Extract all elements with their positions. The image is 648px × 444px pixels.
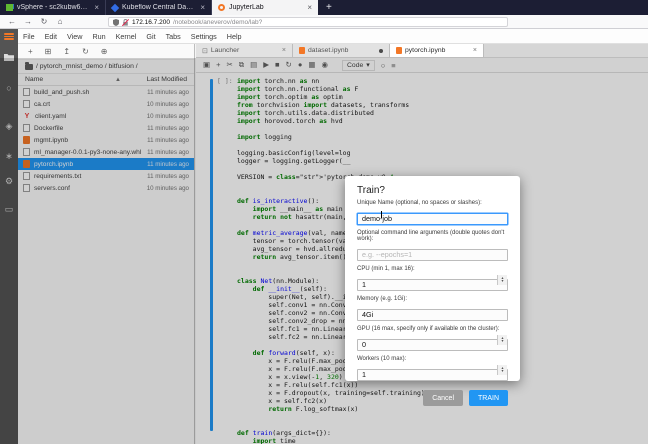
browser-tab-kubeflow[interactable]: Kubeflow Central Dashboard × xyxy=(106,0,212,15)
browser-tab-vsphere[interactable]: vSphere - sc2kubw61 - Summ × xyxy=(0,0,106,15)
home-icon[interactable]: ⌂ xyxy=(52,17,68,26)
modal-overlay xyxy=(0,58,648,444)
upload-icon[interactable]: ↥ xyxy=(63,47,70,56)
dialog-field: Optional command line arguments (double … xyxy=(357,230,508,262)
insecure-lock-icon xyxy=(122,19,129,26)
unsaved-dot-icon[interactable] xyxy=(379,49,383,53)
menu-view[interactable]: View xyxy=(62,32,87,41)
menu-git[interactable]: Git xyxy=(141,32,160,41)
url-bar[interactable]: 172.16.7.200/notebook/aneverov/demo/lab? xyxy=(108,17,508,27)
browser-navbar: ←→↻⌂ 172.16.7.200/notebook/aneverov/demo… xyxy=(0,15,648,29)
workers-input-label: Workers (10 max): xyxy=(357,356,508,362)
workers-input-spinner[interactable]: ▲▼ xyxy=(497,365,507,375)
new-launcher-icon[interactable]: + xyxy=(28,47,33,56)
cpu-input-label: CPU (min 1, max 16): xyxy=(357,266,508,272)
dialog-fields: Unique Name (optional, no spaces or slas… xyxy=(357,200,508,382)
menu-edit[interactable]: Edit xyxy=(40,32,62,41)
new-folder-icon[interactable]: ⊞ xyxy=(45,47,52,56)
memory-input[interactable] xyxy=(357,309,508,321)
menu-kernel[interactable]: Kernel xyxy=(111,32,142,41)
args-input-label: Optional command line arguments (double … xyxy=(357,230,508,242)
tab-launcher[interactable]: ⊡ Launcher × xyxy=(196,44,293,57)
close-tab-icon[interactable]: × xyxy=(473,47,477,54)
browser-tab-title: JupyterLab xyxy=(229,4,303,11)
url-path: /notebook/aneverov/demo/lab? xyxy=(173,19,262,26)
dialog-buttons: Cancel TRAIN xyxy=(357,390,508,406)
launcher-icon: ⊡ xyxy=(202,47,208,55)
close-tab-icon[interactable]: × xyxy=(200,3,205,12)
dialog-field: Workers (10 max): ▲▼ xyxy=(357,356,508,382)
cpu-input[interactable] xyxy=(357,279,508,291)
browser-tabstrip: vSphere - sc2kubw61 - Summ × Kubeflow Ce… xyxy=(0,0,648,15)
kubeflow-favicon xyxy=(111,3,119,11)
workers-input[interactable] xyxy=(357,369,508,381)
jupyterlab-app: FileEditViewRunKernelGitTabsSettingsHelp… xyxy=(0,29,648,444)
shield-icon xyxy=(113,19,119,26)
cpu-input-spinner[interactable]: ▲▼ xyxy=(497,275,507,285)
notebook-icon xyxy=(396,47,402,54)
gpu-input[interactable] xyxy=(357,339,508,351)
close-tab-icon[interactable]: × xyxy=(282,47,286,54)
text-caret xyxy=(381,211,382,218)
unique-name-input[interactable] xyxy=(357,213,508,225)
back-icon[interactable]: ← xyxy=(4,17,20,26)
jupyter-favicon xyxy=(218,4,225,11)
forward-icon[interactable]: → xyxy=(20,17,36,26)
gpu-input-label: GPU (16 max, specify only if available o… xyxy=(357,326,508,332)
unique-name-input-label: Unique Name (optional, no spaces or slas… xyxy=(357,200,508,206)
git-clone-icon[interactable]: ⊕ xyxy=(101,47,108,56)
menu-tabs[interactable]: Tabs xyxy=(161,32,186,41)
gpu-input-spinner[interactable]: ▲▼ xyxy=(497,335,507,345)
url-host: 172.16.7.200 xyxy=(132,19,170,26)
dialog-field: Unique Name (optional, no spaces or slas… xyxy=(357,200,508,226)
close-tab-icon[interactable]: × xyxy=(94,3,99,12)
reload-icon[interactable]: ↻ xyxy=(36,17,52,26)
browser-tab-jupyterlab[interactable]: JupyterLab × xyxy=(212,0,318,15)
cancel-button[interactable]: Cancel xyxy=(423,390,463,406)
new-tab-button[interactable]: + xyxy=(318,0,340,15)
memory-input-label: Memory (e.g. 1Gi): xyxy=(357,296,508,302)
jupyterlab-menubar: FileEditViewRunKernelGitTabsSettingsHelp xyxy=(18,29,648,44)
close-tab-icon[interactable]: × xyxy=(307,3,312,12)
menu-help[interactable]: Help xyxy=(222,32,247,41)
browser-tab-title: Kubeflow Central Dashboard xyxy=(122,4,196,11)
refresh-icon[interactable]: ↻ xyxy=(82,47,89,56)
args-input[interactable] xyxy=(357,249,508,261)
notebook-icon xyxy=(299,47,305,54)
jupyter-logo-icon xyxy=(4,33,14,40)
dialog-field: GPU (16 max, specify only if available o… xyxy=(357,326,508,352)
train-button[interactable]: TRAIN xyxy=(469,390,508,406)
dock-tab-bar: ⊡ Launcher × dataset.ipynb pytorch.ipynb… xyxy=(196,44,648,58)
tab-dataset-ipynb[interactable]: dataset.ipynb xyxy=(293,44,390,57)
tab-pytorch-ipynb[interactable]: pytorch.ipynb × xyxy=(390,44,484,57)
train-dialog: Train? Unique Name (optional, no spaces … xyxy=(345,176,520,381)
dialog-title: Train? xyxy=(357,185,508,196)
menu-run[interactable]: Run xyxy=(87,32,110,41)
menu-settings[interactable]: Settings xyxy=(186,32,222,41)
dialog-field: CPU (min 1, max 16): ▲▼ xyxy=(357,266,508,292)
dialog-field: Memory (e.g. 1Gi): xyxy=(357,296,508,322)
browser-tab-title: vSphere - sc2kubw61 - Summ xyxy=(17,4,90,11)
screen: vSphere - sc2kubw61 - Summ × Kubeflow Ce… xyxy=(0,0,648,444)
vsphere-favicon xyxy=(6,4,13,11)
menu-file[interactable]: File xyxy=(18,32,40,41)
